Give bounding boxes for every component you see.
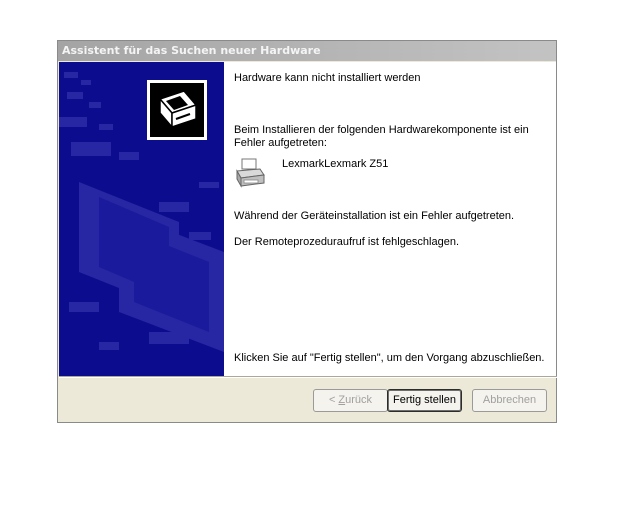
- hardware-wizard-icon: [147, 80, 207, 140]
- cancel-button[interactable]: Abbrechen: [472, 389, 547, 412]
- page-heading: Hardware kann nicht installiert werden: [234, 72, 421, 84]
- back-button-rest: urück: [345, 394, 373, 406]
- hardware-wizard-dialog: Assistent für das Suchen neuer Hardware: [57, 40, 557, 423]
- finish-button[interactable]: Fertig stellen: [387, 389, 462, 412]
- intro-text: Beim Installieren der folgenden Hardware…: [234, 124, 529, 149]
- button-separator: [59, 376, 557, 378]
- back-button[interactable]: < Zurück: [313, 389, 388, 412]
- finish-instruction: Klicken Sie auf "Fertig stellen", um den…: [234, 352, 545, 364]
- wizard-sidebar: [59, 62, 224, 376]
- error-message-2: Der Remoteprozeduraufruf ist fehlgeschla…: [234, 236, 460, 248]
- printer-icon: [234, 157, 266, 189]
- error-message-1: Während der Geräteinstallation ist ein F…: [234, 210, 515, 222]
- wizard-content: Hardware kann nicht installiert werden B…: [224, 62, 556, 376]
- window-title: Assistent für das Suchen neuer Hardware: [58, 41, 556, 61]
- back-button-prefix: <: [328, 394, 339, 406]
- device-name: LexmarkLexmark Z51: [282, 158, 389, 170]
